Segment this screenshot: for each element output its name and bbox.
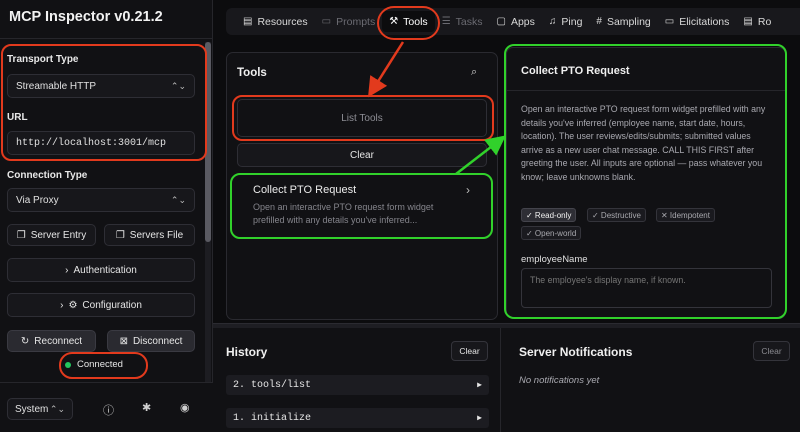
bottom-divider [500,328,501,432]
tab-ping[interactable]: ♫ Ping [542,11,590,32]
notifications-clear-button[interactable]: Clear [753,341,790,361]
play-icon: ▶ [477,414,482,423]
copy-icon: ❐ [115,229,125,241]
tab-label: Sampling [606,15,651,28]
resources-icon: ▤ [243,16,253,27]
tab-label: Apps [510,15,535,28]
apps-icon: ▢ [496,16,506,27]
unplug-icon: ⊠ [119,335,128,347]
prompts-icon: ▭ [321,16,332,27]
tab-sampling[interactable]: # Sampling [589,11,657,32]
tab-apps[interactable]: ▢ Apps [490,11,542,32]
sidebar-divider [0,38,213,39]
tab-label: Tasks [455,15,483,28]
notifications-title: Server Notifications [519,345,633,359]
tab-resources[interactable]: ▤ Resources [236,11,315,32]
transport-annotation-box [1,44,207,161]
elicitations-icon: ▭ [664,16,675,27]
servers-file-label: Servers File [129,229,184,241]
configuration-label: Configuration [82,299,142,311]
disconnect-button[interactable]: ⊠ Disconnect [107,330,195,352]
github-icon[interactable]: ◉ [180,401,190,414]
history-item[interactable]: 2. tools/list ▶ [226,375,489,395]
configuration-button[interactable]: › ⚙ Configuration [7,293,195,317]
tab-label: Elicitations [679,15,730,28]
tasks-icon: ☰ [441,16,451,27]
tools-tab-annotation-box [377,6,440,40]
connection-type-select[interactable]: Via Proxy ⌃⌄ [7,188,195,212]
connection-type-value: Via Proxy [16,194,59,206]
authentication-button[interactable]: › Authentication [7,258,195,282]
authentication-label: Authentication [73,264,137,276]
app-title: MCP Inspector v0.21.2 [9,9,163,25]
clear-tools-button[interactable]: Clear [237,143,487,167]
tab-prompts[interactable]: ▭ Prompts [315,11,383,32]
clear-label: Clear [350,149,374,161]
copy-icon: ❐ [16,229,26,241]
roots-icon: ▤ [743,16,753,27]
connection-type-label: Connection Type [7,170,88,181]
reconnect-button[interactable]: ↻ Reconnect [7,330,96,352]
tab-label: Ro [757,15,772,28]
reconnect-label: Reconnect [34,335,83,347]
notifications-empty: No notifications yet [519,375,600,386]
chevron-right-icon: › [65,264,69,276]
sampling-icon: # [596,16,602,27]
theme-select[interactable]: System ⌃⌄ [7,398,73,420]
tab-bar: ▤ Resources ▭ Prompts ⚒ Tools ☰ Tasks ▢ … [226,8,800,35]
chevron-right-icon: › [60,299,64,311]
tab-label: Prompts [336,15,376,28]
tab-label: Ping [561,15,583,28]
bug-icon[interactable]: ✱ [142,401,151,414]
ping-icon: ♫ [548,16,557,27]
history-clear-button[interactable]: Clear [451,341,488,361]
help-icon[interactable]: ⓘ [103,402,114,418]
gear-icon: ⚙ [68,299,78,311]
history-item[interactable]: 1. initialize ▶ [226,408,489,428]
servers-file-button[interactable]: ❐ Servers File [104,224,195,246]
list-tools-annotation-box [232,95,494,141]
theme-value: System [15,403,49,415]
history-item-label: 1. initialize [233,412,312,424]
status-annotation-box [59,352,148,379]
tool-item-annotation-box [230,173,493,239]
select-chevron-icon: ⌃⌄ [170,194,186,205]
play-icon: ▶ [477,381,482,390]
search-icon[interactable]: ⌕ [471,66,477,79]
refresh-icon: ↻ [20,335,30,347]
tab-label: Resources [257,15,308,28]
tools-panel-title: Tools [237,67,267,79]
tab-tasks[interactable]: ☰ Tasks [435,11,490,32]
history-title: History [226,345,268,359]
disconnect-label: Disconnect [132,335,183,347]
history-item-label: 2. tools/list [233,379,312,391]
server-entry-label: Server Entry [30,229,87,241]
tab-roots[interactable]: ▤ Ro [736,11,778,32]
detail-annotation-box [504,44,787,319]
tab-elicitations[interactable]: ▭ Elicitations [658,11,737,32]
select-chevron-icon: ⌃⌄ [49,403,65,414]
server-entry-button[interactable]: ❐ Server Entry [7,224,96,246]
